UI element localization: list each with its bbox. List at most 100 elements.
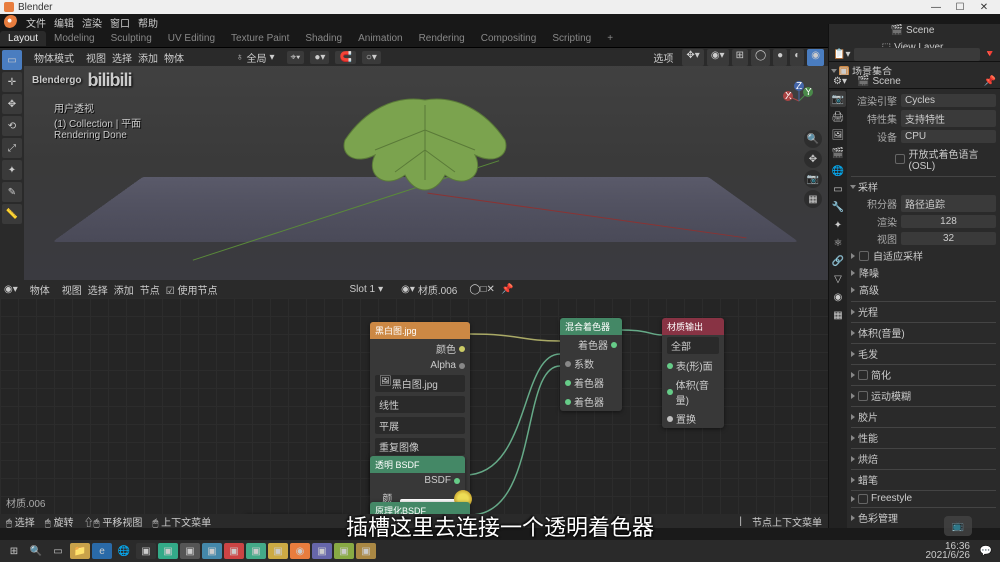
feature-select[interactable]: 支持特性: [901, 110, 996, 127]
ws-scripting[interactable]: Scripting: [544, 31, 599, 46]
properties-body[interactable]: 渲染引擎Cycles 特性集支持特性 设备CPU 开放式着色语言 (OSL) 采…: [847, 89, 1000, 528]
menu-render[interactable]: 渲染: [82, 15, 102, 30]
vp-menu-select[interactable]: 选择: [112, 50, 132, 65]
ptab-viewlayer[interactable]: 🖼: [830, 127, 846, 143]
zoom-button[interactable]: 🔍: [804, 130, 822, 148]
tool-rotate[interactable]: ⟲: [2, 116, 22, 136]
ws-compositing[interactable]: Compositing: [473, 31, 545, 46]
snap-button[interactable]: ⌖▾: [287, 51, 305, 64]
tool-cursor[interactable]: ✛: [2, 72, 22, 92]
ws-uv[interactable]: UV Editing: [160, 31, 223, 46]
orientation-selector[interactable]: ♁ 全局 ▾: [230, 49, 281, 66]
node-mode[interactable]: 物体: [24, 281, 56, 298]
system-clock[interactable]: 16:362021/6/26: [926, 542, 975, 560]
mode-selector[interactable]: 物体模式: [28, 49, 80, 66]
ws-shading[interactable]: Shading: [297, 31, 350, 46]
menu-help[interactable]: 帮助: [138, 15, 158, 30]
search-button[interactable]: 🔍: [26, 543, 46, 559]
gizmo-toggle[interactable]: ✥▾: [682, 49, 703, 66]
tb-app4[interactable]: ▣: [202, 543, 222, 559]
ptab-scene[interactable]: 🎬: [830, 145, 846, 161]
shading-wire[interactable]: ◯: [751, 49, 770, 66]
node-menu-view[interactable]: 视图: [62, 282, 82, 297]
proportional-button[interactable]: ○▾: [362, 51, 381, 64]
tb-app6[interactable]: ▣: [246, 543, 266, 559]
outliner[interactable]: ▣场景集合 ▢Collection☑ 👁 📷Camera▰👁 💡Light◉👁 …: [829, 62, 1000, 75]
tb-app2[interactable]: ▣: [158, 543, 178, 559]
ptab-texture[interactable]: ▦: [830, 307, 846, 323]
start-button[interactable]: ⊞: [4, 543, 24, 559]
tool-transform[interactable]: ✦: [2, 160, 22, 180]
node-menu-add[interactable]: 添加: [114, 282, 134, 297]
ptab-world[interactable]: 🌐: [830, 163, 846, 179]
scene-selector[interactable]: 🎬 Scene: [885, 24, 941, 37]
ptab-render[interactable]: 📷: [830, 91, 846, 107]
ptab-modifier[interactable]: 🔧: [830, 199, 846, 215]
ptab-output[interactable]: 🖨: [830, 109, 846, 125]
tool-measure[interactable]: 📏: [2, 204, 22, 224]
node-material-output[interactable]: 材质输出 全部 表(形)面 体积(音量) 置换: [662, 318, 724, 428]
device-select[interactable]: CPU: [901, 130, 996, 143]
slot-selector[interactable]: Slot 1 ▾: [344, 283, 390, 296]
outliner-type-icon[interactable]: 📋▾: [833, 49, 850, 60]
node-menu-select[interactable]: 选择: [88, 282, 108, 297]
editor-type[interactable]: ◉▾: [4, 284, 18, 295]
tool-scale[interactable]: ⤢: [2, 138, 22, 158]
pin-icon[interactable]: 📌: [984, 76, 996, 87]
options-dropdown[interactable]: 选项: [647, 49, 679, 66]
tb-app9[interactable]: ▣: [334, 543, 354, 559]
ws-add[interactable]: +: [599, 31, 621, 46]
outliner-filter-icon[interactable]: 🔻: [984, 49, 996, 60]
node-menu-node[interactable]: 节点: [140, 282, 160, 297]
engine-select[interactable]: Cycles: [901, 94, 996, 107]
overlay-toggle[interactable]: ◉▾: [707, 49, 729, 66]
ptab-material[interactable]: ◉: [830, 289, 846, 305]
window-min-button[interactable]: —: [924, 2, 948, 13]
ws-sculpting[interactable]: Sculpting: [103, 31, 160, 46]
tb-chrome[interactable]: 🌐: [114, 543, 134, 559]
viewport-samples[interactable]: 32: [901, 232, 996, 245]
outliner-search[interactable]: [854, 48, 979, 61]
use-nodes-toggle[interactable]: ☑ 使用节点: [166, 282, 218, 297]
pivot-button[interactable]: ●▾: [310, 51, 329, 64]
vp-menu-add[interactable]: 添加: [138, 50, 158, 65]
node-principled-bsdf[interactable]: 原理化BSDF BSDF GGX 克里斯坦森-伯利: [370, 502, 470, 514]
tool-annotate[interactable]: ✎: [2, 182, 22, 202]
node-canvas[interactable]: 黑白图.jpg 颜色 Alpha 🖼 黑白图.jpg 线性 平展 重复图像 色彩…: [0, 298, 828, 514]
properties-type-icon[interactable]: ⚙▾: [833, 76, 847, 87]
menu-edit[interactable]: 编辑: [54, 15, 74, 30]
menu-file[interactable]: 文件: [26, 15, 46, 30]
persp-button[interactable]: ▦: [804, 190, 822, 208]
ws-layout[interactable]: Layout: [0, 31, 46, 46]
shading-solid[interactable]: ●: [773, 49, 787, 66]
camera-button[interactable]: 📷: [804, 170, 822, 188]
tb-edge[interactable]: e: [92, 543, 112, 559]
tb-app10[interactable]: ▣: [356, 543, 376, 559]
3d-viewport[interactable]: 物体模式 视图 选择 添加 物体 ♁ 全局 ▾ ⌖▾ ●▾ 🧲 ○▾ 选项 ✥▾…: [24, 48, 828, 280]
magnet-button[interactable]: 🧲: [335, 51, 355, 64]
bilibili-pip-icon[interactable]: 📺: [944, 516, 972, 536]
ptab-constraint[interactable]: 🔗: [830, 253, 846, 269]
xray-toggle[interactable]: ⊞: [732, 49, 748, 66]
ws-animation[interactable]: Animation: [350, 31, 410, 46]
tb-app8[interactable]: ▣: [312, 543, 332, 559]
shading-rendered[interactable]: ◉: [807, 49, 824, 66]
ws-rendering[interactable]: Rendering: [411, 31, 473, 46]
nav-gizmo[interactable]: YXZ: [778, 80, 820, 122]
material-selector[interactable]: ◉▾ 材质.006: [395, 281, 463, 298]
menu-window[interactable]: 窗口: [110, 15, 130, 30]
tb-explorer[interactable]: 📁: [70, 543, 90, 559]
tb-app3[interactable]: ▣: [180, 543, 200, 559]
ws-texpaint[interactable]: Texture Paint: [223, 31, 297, 46]
osl-check[interactable]: [895, 154, 904, 164]
shading-matprev[interactable]: ◐: [790, 49, 804, 66]
tool-move[interactable]: ✥: [2, 94, 22, 114]
ptab-particle[interactable]: ✦: [830, 217, 846, 233]
vp-menu-view[interactable]: 视图: [86, 50, 106, 65]
render-samples[interactable]: 128: [901, 215, 996, 228]
window-close-button[interactable]: ✕: [972, 2, 996, 13]
taskview-button[interactable]: ▭: [48, 543, 68, 559]
datablock[interactable]: 🎬 Scene: [851, 75, 907, 88]
vp-menu-object[interactable]: 物体: [164, 50, 184, 65]
pan-button[interactable]: ✥: [804, 150, 822, 168]
